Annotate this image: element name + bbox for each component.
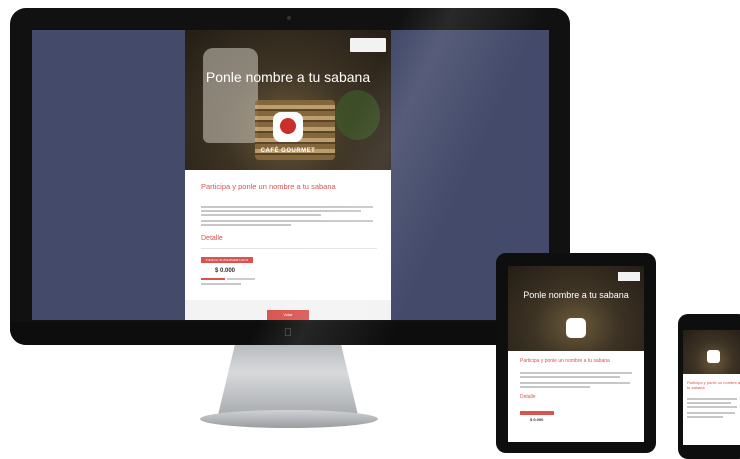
- price-detail-line: [201, 278, 225, 280]
- price-value: $ 0.000: [215, 268, 236, 274]
- divider: [201, 248, 377, 249]
- body-text-line: [687, 398, 737, 400]
- body-text-line: [520, 382, 630, 384]
- body-text-line: [201, 283, 241, 285]
- page-subtitle: Participa y ponle un nombre a tu sabana: [201, 182, 336, 191]
- imac-stand-base: [200, 410, 378, 428]
- hero-title: Ponle nombre a tu sabana: [205, 69, 371, 85]
- body-text-line: [687, 406, 737, 408]
- body-text-line: [687, 402, 731, 404]
- hero-jar: [203, 48, 258, 143]
- body-text-line: [687, 412, 735, 414]
- shield-icon-inner: [280, 118, 296, 134]
- hero-herbs: [335, 90, 380, 140]
- price-tag: TIENDA SUPERMERCADO: [201, 257, 253, 263]
- detail-heading: Detalle: [201, 235, 223, 242]
- body-text-line: [201, 220, 373, 222]
- site-logo[interactable]: [350, 38, 386, 52]
- price-tag: [520, 411, 554, 415]
- body-text-line: [201, 210, 361, 212]
- body-text-line: [520, 376, 620, 378]
- page-subtitle: Participa y ponle un nombre a tu sabana: [687, 380, 740, 390]
- phone-web-page: Participa y ponle un nombre a tu sabana: [683, 330, 740, 445]
- hero-title: Ponle nombre a tu sabana: [523, 290, 629, 300]
- price-detail-line: [227, 278, 255, 280]
- shield-icon: [707, 350, 720, 363]
- desktop-web-page: Ponle nombre a tu sabana CAFÉ GOURMET Pa…: [185, 30, 391, 320]
- apple-icon: : [283, 327, 293, 339]
- vote-button[interactable]: Votar: [267, 310, 309, 320]
- body-text-line: [687, 416, 723, 418]
- body-text-line: [201, 206, 373, 208]
- body-text-line: [201, 224, 291, 226]
- site-logo[interactable]: [618, 272, 640, 281]
- hero-brand: CAFÉ GOURMET: [260, 148, 316, 154]
- body-text-line: [520, 372, 632, 374]
- shield-icon: [566, 318, 586, 338]
- imac-stand: [218, 345, 358, 415]
- tablet-web-page: Ponle nombre a tu sabana Participa y pon…: [508, 266, 644, 442]
- price-value: $ 0.000: [530, 417, 544, 422]
- body-text-line: [520, 386, 590, 388]
- camera: [287, 16, 291, 20]
- body-text-line: [201, 214, 321, 216]
- page-subtitle: Participa y ponle un nombre a tu sabana: [520, 358, 610, 364]
- detail-heading: Detalle: [520, 394, 536, 400]
